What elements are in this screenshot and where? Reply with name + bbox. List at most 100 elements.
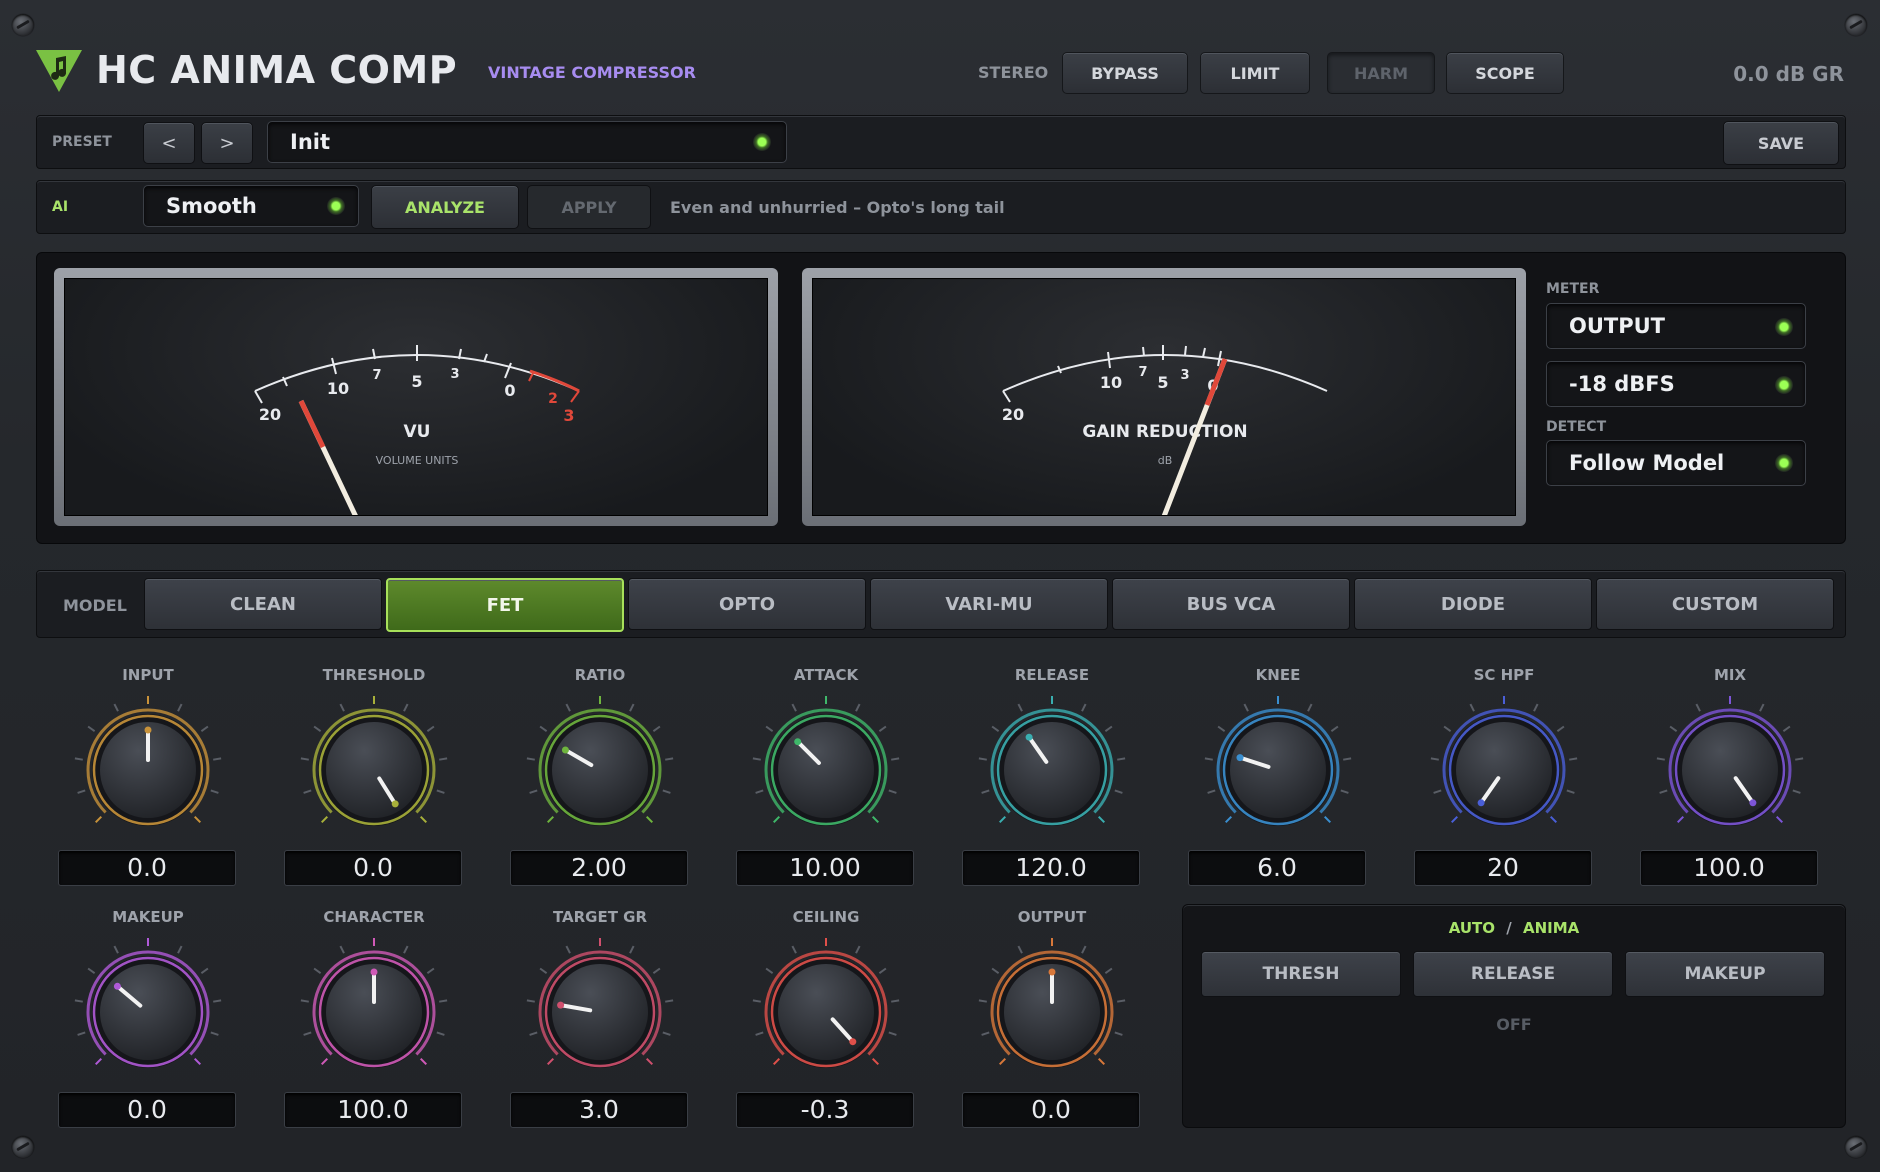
model-diode-button[interactable]: DIODE	[1354, 578, 1592, 630]
stereo-label: STEREO	[978, 63, 1049, 82]
vu-subtitle: VOLUME UNITS	[376, 454, 459, 467]
vu-tick-label: 0	[504, 381, 515, 400]
scope-button[interactable]: SCOPE	[1446, 52, 1564, 94]
app-title: HC ANIMA COMP	[96, 48, 458, 92]
model-clean-button[interactable]: CLEAN	[144, 578, 382, 630]
preset-next-button[interactable]: >	[201, 122, 253, 164]
ai-label: AI	[52, 199, 69, 215]
model-vari-mu-button[interactable]: VARI-MU	[870, 578, 1108, 630]
apply-button[interactable]: APPLY	[527, 185, 651, 229]
knob-value-field[interactable]: 0.0	[58, 1092, 236, 1128]
auto-release-button[interactable]: RELEASE	[1413, 951, 1613, 997]
gr-tick-label: 7	[1138, 365, 1147, 380]
knob-ratio[interactable]: RATIO 2.00	[510, 666, 690, 896]
anima-label: ANIMA	[1522, 919, 1580, 937]
knob-dial-icon[interactable]	[976, 932, 1128, 1092]
knob-value-field[interactable]: 0.0	[962, 1092, 1140, 1128]
gr-meter: 20 10 7 5 3 0 GAIN REDUCTION dB	[802, 268, 1526, 526]
knob-makeup[interactable]: MAKEUP 0.0	[58, 908, 238, 1138]
knob-threshold[interactable]: THRESHOLD 0.0	[284, 666, 464, 896]
knob-character[interactable]: CHARACTER 100.0	[284, 908, 464, 1138]
knob-value-field[interactable]: 100.0	[284, 1092, 462, 1128]
model-bus-vca-button[interactable]: BUS VCA	[1112, 578, 1350, 630]
model-custom-button[interactable]: CUSTOM	[1596, 578, 1834, 630]
knob-value-field[interactable]: 100.0	[1640, 850, 1818, 886]
vu-meter: 20 10 7 5 3 0 2 3 VU VOLUME UNITS	[54, 268, 778, 526]
preset-led-icon	[753, 133, 771, 151]
detect-mode-value: Follow Model	[1569, 451, 1725, 475]
meter-ref-led-icon	[1775, 376, 1793, 394]
limit-button[interactable]: LIMIT	[1200, 52, 1310, 94]
harm-button[interactable]: HARM	[1327, 52, 1435, 94]
knob-target-gr[interactable]: TARGET GR 3.0	[510, 908, 690, 1138]
knob-input[interactable]: INPUT 0.0	[58, 666, 238, 896]
auto-thresh-button[interactable]: THRESH	[1201, 951, 1401, 997]
knob-dial-icon[interactable]	[1428, 690, 1580, 850]
screw-bottom-right	[1845, 1136, 1867, 1158]
knob-release[interactable]: RELEASE 120.0	[962, 666, 1142, 896]
preset-bar: PRESET < > Init SAVE	[36, 115, 1846, 169]
knob-dial-icon[interactable]	[524, 690, 676, 850]
knob-mix[interactable]: MIX 100.0	[1640, 666, 1820, 896]
model-opto-button[interactable]: OPTO	[628, 578, 866, 630]
preset-prev-button[interactable]: <	[143, 122, 195, 164]
knob-label: ATTACK	[793, 666, 859, 684]
knob-label: CEILING	[792, 908, 860, 926]
knob-dial-icon[interactable]	[750, 690, 902, 850]
preset-name: Init	[290, 130, 331, 154]
knob-value-field[interactable]: 0.0	[58, 850, 236, 886]
vu-tick-label: 7	[372, 368, 381, 383]
knob-value-field[interactable]: 120.0	[962, 850, 1140, 886]
knob-knee[interactable]: KNEE 6.0	[1188, 666, 1368, 896]
preset-name-field[interactable]: Init	[267, 121, 787, 163]
knob-output[interactable]: OUTPUT 0.0	[962, 908, 1142, 1138]
knob-dial-icon[interactable]	[298, 932, 450, 1092]
knob-sc-hpf[interactable]: SC HPF 20	[1414, 666, 1594, 896]
auto-makeup-button[interactable]: MAKEUP	[1625, 951, 1825, 997]
knob-value-field[interactable]: 20	[1414, 850, 1592, 886]
screw-top-left	[12, 14, 34, 36]
knob-dial-icon[interactable]	[72, 932, 224, 1092]
knob-label: TARGET GR	[552, 908, 648, 926]
vu-tick-label: 5	[411, 372, 422, 391]
meter-label: METER	[1546, 281, 1600, 297]
vu-tick-label: 3	[563, 406, 574, 425]
gr-tick-label: 20	[1002, 405, 1024, 424]
knob-value-field[interactable]: 6.0	[1188, 850, 1366, 886]
knob-attack[interactable]: ATTACK 10.00	[736, 666, 916, 896]
knob-dial-icon[interactable]	[1202, 690, 1354, 850]
save-button[interactable]: SAVE	[1723, 121, 1839, 165]
knob-dial-icon[interactable]	[750, 932, 902, 1092]
knob-label: SC HPF	[1473, 666, 1535, 684]
knob-value-field[interactable]: 10.00	[736, 850, 914, 886]
model-fet-button[interactable]: FET	[386, 578, 624, 632]
meter-source-led-icon	[1775, 318, 1793, 336]
knob-value-field[interactable]: -0.3	[736, 1092, 914, 1128]
ai-bar: AI Smooth ANALYZE APPLY Even and unhurri…	[36, 180, 1846, 234]
vu-tick-label: 10	[327, 379, 349, 398]
knob-dial-icon[interactable]	[976, 690, 1128, 850]
knob-ceiling[interactable]: CEILING -0.3	[736, 908, 916, 1138]
gain-reduction-readout: 0.0 dB GR	[1733, 62, 1844, 86]
gr-title: GAIN REDUCTION	[1082, 422, 1247, 442]
knob-dial-icon[interactable]	[72, 690, 224, 850]
knob-label: MAKEUP	[112, 908, 184, 926]
knob-label: CHARACTER	[323, 908, 425, 926]
gr-meter-dial: 20 10 7 5 3 0 GAIN REDUCTION dB	[1002, 345, 1328, 515]
meter-ref-select[interactable]: -18 dBFS	[1546, 361, 1806, 407]
bypass-button[interactable]: BYPASS	[1062, 52, 1188, 94]
vu-meter-dial: 20 10 7 5 3 0 2 3 VU VOLUME UNITS	[254, 345, 580, 515]
knob-value-field[interactable]: 3.0	[510, 1092, 688, 1128]
ai-hint-text: Even and unhurried – Opto's long tail	[670, 198, 1005, 217]
knob-dial-icon[interactable]	[1654, 690, 1806, 850]
knob-dial-icon[interactable]	[298, 690, 450, 850]
gr-tick-label: 3	[1180, 368, 1189, 383]
detect-mode-select[interactable]: Follow Model	[1546, 440, 1806, 486]
meter-source-select[interactable]: OUTPUT	[1546, 303, 1806, 349]
gr-subtitle: dB	[1158, 454, 1173, 467]
analyze-button[interactable]: ANALYZE	[371, 185, 519, 229]
auto-state: OFF	[1496, 1015, 1532, 1034]
knob-value-field[interactable]: 0.0	[284, 850, 462, 886]
knob-value-field[interactable]: 2.00	[510, 850, 688, 886]
knob-dial-icon[interactable]	[524, 932, 676, 1092]
